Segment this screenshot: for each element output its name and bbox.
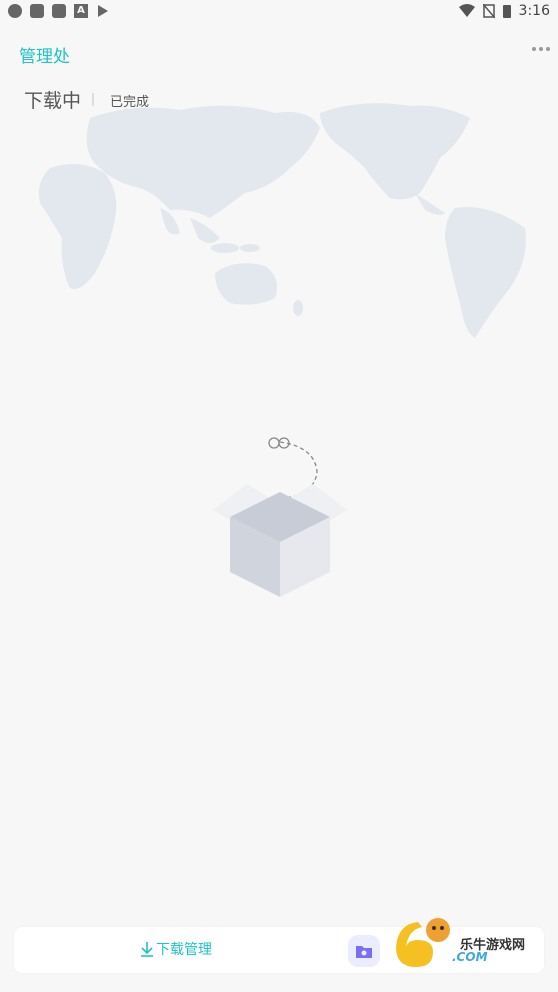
watermark-logo-icon <box>396 918 450 967</box>
download-manage-button[interactable]: 下载管理 <box>140 939 212 959</box>
status-right-icons: 3:16 <box>458 3 550 19</box>
notification-dot-icon <box>8 4 22 18</box>
clock: 3:16 <box>518 3 550 19</box>
page-title: 管理处 <box>19 47 70 67</box>
more-dot-icon <box>546 47 550 51</box>
app-header: 管理处 <box>0 30 558 76</box>
notification-square-icon <box>30 4 44 18</box>
world-map-illustration <box>38 103 526 338</box>
watermark-domain: .COM <box>452 950 488 964</box>
site-watermark: 乐牛游戏网 .COM <box>388 912 538 977</box>
more-dot-icon <box>539 47 543 51</box>
more-options-button[interactable] <box>532 47 550 51</box>
empty-box-illustration <box>213 437 347 597</box>
download-manage-label: 下载管理 <box>156 942 212 958</box>
tab-divider <box>92 93 94 106</box>
tab-downloading[interactable]: 下载中 <box>24 86 81 113</box>
tab-bar: 下载中 已完成 <box>0 84 558 114</box>
no-sim-icon <box>482 4 495 18</box>
battery-icon <box>502 5 511 18</box>
tab-completed[interactable]: 已完成 <box>110 91 149 110</box>
more-dot-icon <box>532 47 536 51</box>
status-left-icons: A <box>8 4 110 18</box>
folder-icon <box>356 946 372 958</box>
play-store-icon <box>98 5 108 17</box>
wifi-icon <box>458 4 475 17</box>
download-icon <box>141 942 153 957</box>
status-bar: A 3:16 <box>0 0 558 24</box>
font-app-icon: A <box>74 4 88 18</box>
notification-square-icon-2 <box>52 4 66 18</box>
folder-button[interactable] <box>348 935 380 967</box>
